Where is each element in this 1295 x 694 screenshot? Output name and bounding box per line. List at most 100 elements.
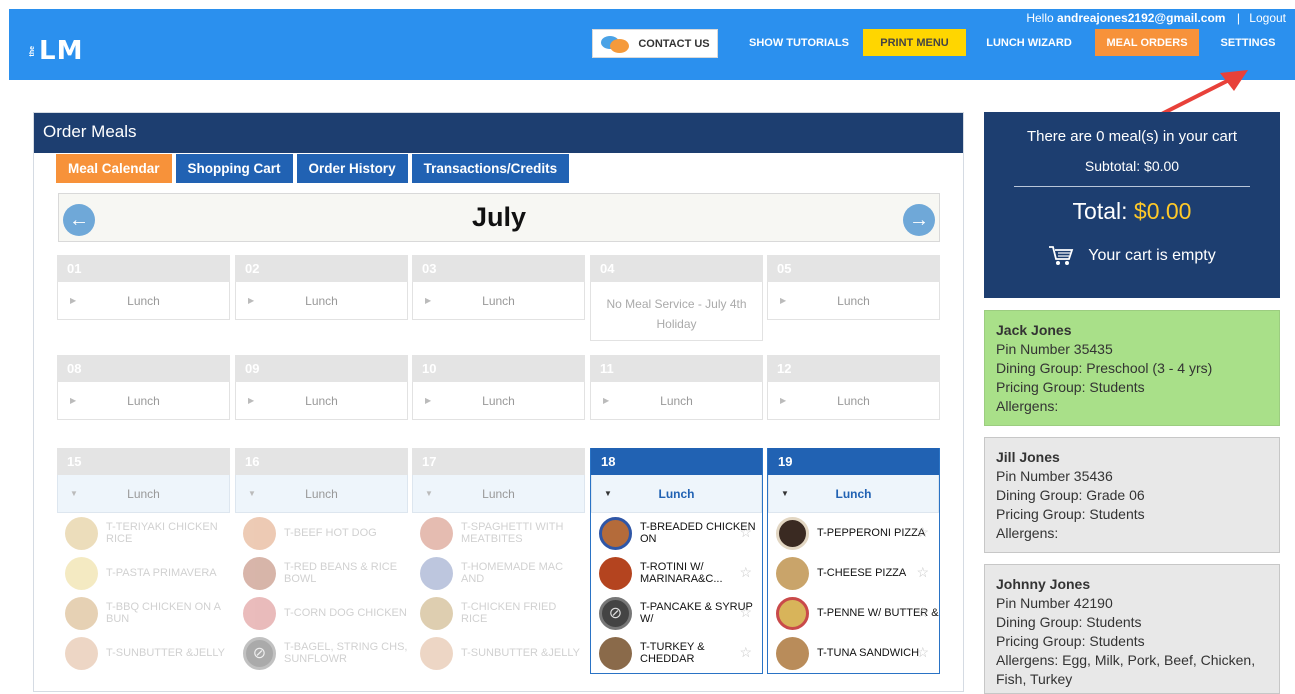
app-logo[interactable]: the LM [29,36,83,66]
menu-item[interactable]: T-SPAGHETTI WITH MEATBITES [412,513,585,553]
logout-link[interactable]: Logout [1249,11,1286,25]
lunch-wizard-button[interactable]: LUNCH WIZARD [982,29,1076,56]
day-number: 19 [768,448,939,475]
favorite-star-icon[interactable]: ☆ [739,524,752,541]
caret-right-icon: ▶ [780,296,787,305]
menu-item[interactable]: T-PENNE W/ BUTTER & ☆ [768,593,939,633]
favorite-star-icon[interactable]: ☆ [739,604,752,621]
tab-transactions-credits[interactable]: Transactions/Credits [411,154,570,183]
day-number: 02 [235,255,408,282]
menu-item[interactable]: T-BBQ CHICKEN ON A BUN [57,593,230,633]
menu-item[interactable]: T-CORN DOG CHICKEN [235,593,408,633]
tab-meal-calendar[interactable]: Meal Calendar [56,154,172,183]
show-tutorials-button[interactable]: SHOW TUTORIALS [745,29,853,56]
student-card[interactable]: Jack Jones Pin Number 35435 Dining Group… [984,310,1280,426]
lunch-toggle[interactable]: ▼ Lunch [57,475,230,513]
menu-item[interactable]: ⊘ T-BAGEL, STRING CHS, SUNFLOWR [235,633,408,673]
student-dining-group: Dining Group: Preschool (3 - 4 yrs) [996,360,1213,376]
food-photo [420,516,453,550]
lunch-toggle[interactable]: ▶ Lunch [767,282,940,320]
lunch-toggle[interactable]: ▶ Lunch [235,382,408,420]
menu-item[interactable]: T-TUNA SANDWICH ☆ [768,633,939,673]
lunch-label: Lunch [305,393,338,408]
menu-item[interactable]: T-TURKEY & CHEDDAR ☆ [591,633,762,673]
lunch-toggle[interactable]: ▼ Lunch [768,475,939,513]
favorite-star-icon[interactable]: ☆ [916,644,929,661]
student-card[interactable]: Jill Jones Pin Number 35436 Dining Group… [984,437,1280,553]
month-navigator: ← July → [58,193,940,242]
favorite-star-icon[interactable]: ☆ [916,604,929,621]
favorite-star-icon[interactable]: ☆ [739,564,752,581]
food-photo [599,516,632,550]
food-photo [420,556,453,590]
menu-item-name: T-PASTA PRIMAVERA [106,567,217,579]
lunch-toggle[interactable]: ▶ Lunch [412,282,585,320]
menu-item[interactable]: T-RED BEANS & RICE BOWL [235,553,408,593]
calendar-day: 10 ▶ Lunch [412,355,585,420]
lunch-label: Lunch [482,393,515,408]
day-number: 16 [235,448,408,475]
calendar-day: 15 ▼ Lunch T-TERIYAKI CHICKEN RICE T-PAST… [57,448,230,673]
food-photo [243,556,276,590]
food-photo [420,636,453,670]
meal-orders-button[interactable]: MEAL ORDERS [1095,29,1199,56]
food-photo [776,596,809,630]
menu-item[interactable]: T-BREADED CHICKEN ON ☆ [591,513,762,553]
lunch-toggle[interactable]: ▶ Lunch [590,382,763,420]
lunch-label: Lunch [482,486,515,501]
menu-item-name: T-BEEF HOT DOG [284,527,377,539]
cart-summary: There are 0 meal(s) in your cart Subtota… [984,112,1280,298]
lunch-toggle[interactable]: ▶ Lunch [57,382,230,420]
menu-item[interactable]: T-HOMEMADE MAC AND [412,553,585,593]
order-tabs: Meal Calendar Shopping Cart Order Histor… [56,154,570,183]
tab-order-history[interactable]: Order History [296,154,408,183]
total-label: Total: [1072,198,1128,224]
menu-item[interactable]: T-CHICKEN FRIED RICE [412,593,585,633]
menu-item-name: T-CHEESE PIZZA [817,567,907,579]
calendar-day: 03 ▶ Lunch [412,255,585,320]
lunch-toggle[interactable]: ▶ Lunch [767,382,940,420]
favorite-star-icon[interactable]: ☆ [916,524,929,541]
cart-empty-message[interactable]: Your cart is empty [984,245,1280,267]
menu-item-name: T-BAGEL, STRING CHS, SUNFLOWR [284,641,408,665]
menu-item[interactable]: T-CHEESE PIZZA ☆ [768,553,939,593]
menu-item-name: T-SPAGHETTI WITH MEATBITES [461,521,564,545]
lunch-toggle[interactable]: ▼ Lunch [235,475,408,513]
favorite-star-icon[interactable]: ☆ [739,644,752,661]
lunch-toggle[interactable]: ▶ Lunch [235,282,408,320]
lunch-toggle[interactable]: ▼ Lunch [412,475,585,513]
menu-item[interactable]: ⊘ T-PANCAKE & SYRUP W/☆ [591,593,762,633]
food-photo [243,596,276,630]
separator: | [1236,11,1240,25]
menu-item-name: T-TUNA SANDWICH [817,647,920,659]
menu-item[interactable]: T-BEEF HOT DOG [235,513,408,553]
menu-item[interactable]: T-ROTINI W/ MARINARA&C... ☆ [591,553,762,593]
cart-count: There are 0 meal(s) in your cart [1026,128,1238,145]
favorite-star-icon[interactable]: ☆ [916,564,929,581]
next-month-icon[interactable]: → [903,204,935,236]
student-card[interactable]: Johnny Jones Pin Number 42190 Dining Gro… [984,564,1280,694]
calendar-day: 19 ▼ Lunch T-PEPPERONI PIZZA ☆ T-CHEESE PI… [767,448,940,674]
print-menu-button[interactable]: PRINT MENU [863,29,966,56]
lunch-toggle[interactable]: ▶ Lunch [412,382,585,420]
calendar-day: 09 ▶ Lunch [235,355,408,420]
menu-item[interactable]: T-PASTA PRIMAVERA [57,553,230,593]
student-allergens: Allergens: [996,398,1059,414]
lunch-toggle[interactable]: ▶ Lunch [57,282,230,320]
menu-item-name: T-BBQ CHICKEN ON A BUN [106,601,221,625]
student-pin: Pin Number 35435 [996,341,1113,357]
lunch-toggle[interactable]: ▼ Lunch [591,475,762,513]
cart-total: Total: $0.00 [984,198,1280,225]
settings-button[interactable]: SETTINGS [1211,29,1285,56]
menu-item[interactable]: T-SUNBUTTER &JELLY [57,633,230,673]
contact-us-button[interactable]: CONTACT US [592,29,718,58]
day-number: 11 [590,355,763,382]
menu-item[interactable]: T-PEPPERONI PIZZA ☆ [768,513,939,553]
tab-shopping-cart[interactable]: Shopping Cart [175,154,293,183]
student-dining-group: Dining Group: Students [996,614,1142,630]
menu-item[interactable]: T-TERIYAKI CHICKEN RICE [57,513,230,553]
student-pin: Pin Number 42190 [996,595,1113,611]
menu-item-name: T-RED BEANS & RICE BOWL [284,561,398,585]
lunch-label: Lunch [305,486,338,501]
menu-item[interactable]: T-SUNBUTTER &JELLY [412,633,585,673]
